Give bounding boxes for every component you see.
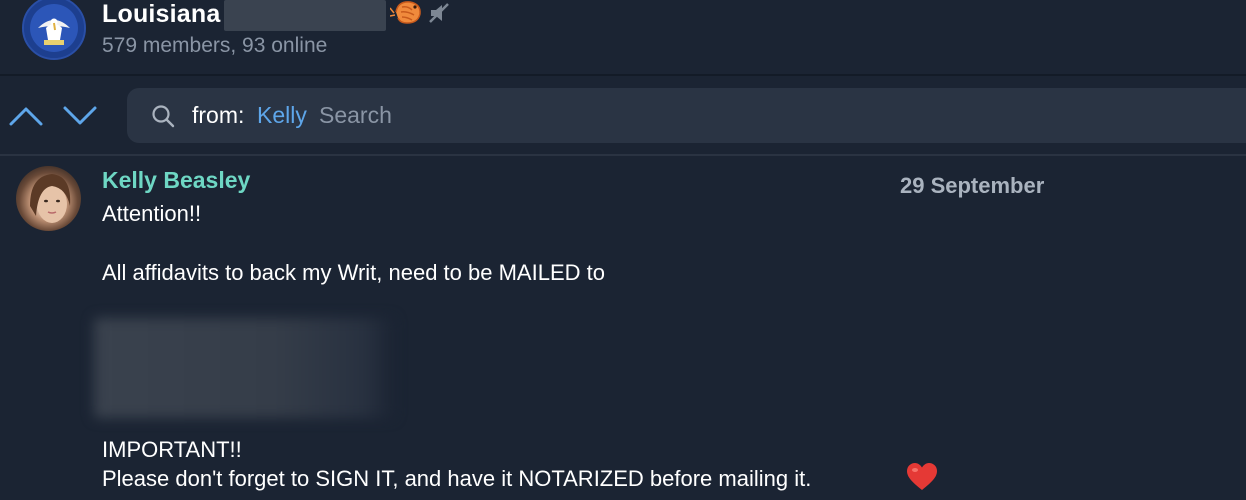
- chevron-down-icon[interactable]: [62, 104, 98, 128]
- search-input[interactable]: from: Kelly Search: [127, 88, 1246, 143]
- message-line-4: Please don't forget to SIGN IT, and have…: [102, 466, 812, 491]
- member-count: 579 members, 93 online: [102, 34, 328, 57]
- shrimp-icon: [390, 1, 421, 24]
- search-filter-user[interactable]: Kelly: [257, 102, 307, 129]
- louisiana-pelican-seal-icon: [24, 0, 84, 58]
- mute-icon: [429, 3, 449, 23]
- search-filter-prefix: from:: [192, 102, 245, 128]
- red-heart-icon: [907, 463, 937, 490]
- search-row: from: Kelly Search: [0, 76, 1246, 156]
- user-photo-icon: [30, 174, 71, 223]
- search-icon: [152, 105, 175, 128]
- message-date: 29 September: [900, 173, 1045, 198]
- message-line-1: Attention!!: [102, 201, 202, 226]
- chevron-up-icon[interactable]: [8, 104, 44, 128]
- message-line-2: All affidavits to back my Writ, need to …: [102, 260, 605, 285]
- avatar[interactable]: [16, 166, 81, 231]
- sender-name[interactable]: Kelly Beasley: [102, 167, 250, 194]
- chat-header[interactable]: Louisiana 579 members, 93 online: [0, 0, 1246, 76]
- search-placeholder: Search: [319, 102, 392, 128]
- chat-window: Louisiana 579 members, 93 online from: K…: [0, 0, 1246, 500]
- group-title: Louisiana: [102, 0, 221, 28]
- group-avatar[interactable]: [22, 0, 86, 60]
- redacted-address: [94, 318, 394, 418]
- message-line-3: IMPORTANT!!: [102, 437, 242, 462]
- redacted-title-part: [224, 0, 386, 31]
